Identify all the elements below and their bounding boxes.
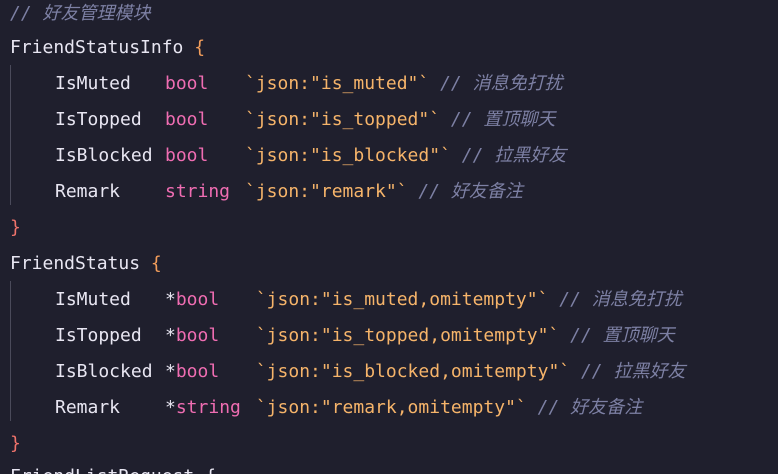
field-type: string <box>165 181 231 202</box>
field-comment: // 置顶聊天 <box>450 109 556 130</box>
open-brace: { <box>194 37 206 58</box>
field-comment: // 消息免打扰 <box>440 73 563 94</box>
field-name: IsMuted <box>55 73 131 94</box>
field-line: IsMuted bool `json:"is_muted"` // 消息免打扰 <box>10 70 563 98</box>
field-tag: `json:"is_blocked,omitempty"` <box>255 361 571 382</box>
field-line: Remark string `json:"remark"` // 好友备注 <box>10 178 523 206</box>
field-pointer: * <box>165 325 176 346</box>
open-brace: { <box>150 253 162 274</box>
struct-declaration-line: FriendStatus { <box>10 250 162 278</box>
field-tag: `json:"is_blocked"` <box>245 145 451 166</box>
close-brace: } <box>10 217 21 238</box>
field-type: bool <box>175 289 220 310</box>
field-name: Remark <box>55 397 121 418</box>
field-comment: // 拉黑好友 <box>461 145 567 166</box>
field-type: bool <box>165 109 209 130</box>
field-line: Remark *string `json:"remark,omitempty"` /… <box>10 394 642 422</box>
field-line: IsTopped *bool `json:"is_topped,omitempty"… <box>10 322 675 350</box>
field-line: IsBlocked bool `json:"is_blocked"` // 拉黑好友 <box>10 142 566 170</box>
struct-declaration-line: FriendStatusInfo { <box>10 34 205 62</box>
field-tag: `json:"remark"` <box>245 181 408 202</box>
field-name: IsTopped <box>55 109 142 130</box>
field-pointer: * <box>165 361 176 382</box>
field-name: IsTopped <box>55 325 142 346</box>
code-editor[interactable]: // 好友管理模块 FriendStatusInfo { IsMuted bool… <box>0 0 778 474</box>
field-pointer: * <box>165 289 176 310</box>
partial-code-line: FriendListRequest { <box>10 463 216 474</box>
field-type: bool <box>165 145 209 166</box>
field-line: IsTopped bool `json:"is_topped"` // 置顶聊天 <box>10 106 555 134</box>
field-comment: // 置顶聊天 <box>570 325 675 346</box>
field-line: IsBlocked *bool `json:"is_blocked,omitempt… <box>10 358 685 386</box>
field-tag: `json:"is_topped,omitempty"` <box>255 325 560 346</box>
field-tag: `json:"remark,omitempty"` <box>255 397 527 418</box>
struct-name: FriendStatus <box>10 253 141 274</box>
field-name: IsBlocked <box>55 361 153 382</box>
field-name: IsBlocked <box>55 145 153 166</box>
field-comment: // 好友备注 <box>537 397 643 418</box>
field-name: IsMuted <box>55 289 131 310</box>
field-type: bool <box>175 325 220 346</box>
field-comment: // 拉黑好友 <box>580 361 686 382</box>
field-comment: // 好友备注 <box>418 181 523 202</box>
field-line: IsMuted *bool `json:"is_muted,omitempty"` … <box>10 286 682 314</box>
close-brace: } <box>10 433 21 454</box>
field-type: bool <box>165 73 209 94</box>
field-type: string <box>175 397 241 418</box>
field-pointer: * <box>165 397 176 418</box>
field-tag: `json:"is_topped"` <box>245 109 441 130</box>
field-name: Remark <box>55 181 121 202</box>
field-type: bool <box>175 361 220 382</box>
struct-name: FriendStatusInfo <box>10 37 184 58</box>
header-comment: // 好友管理模块 <box>10 3 151 24</box>
field-tag: `json:"is_muted,omitempty"` <box>255 289 549 310</box>
field-tag: `json:"is_muted"` <box>245 73 430 94</box>
field-comment: // 消息免打扰 <box>559 289 682 310</box>
